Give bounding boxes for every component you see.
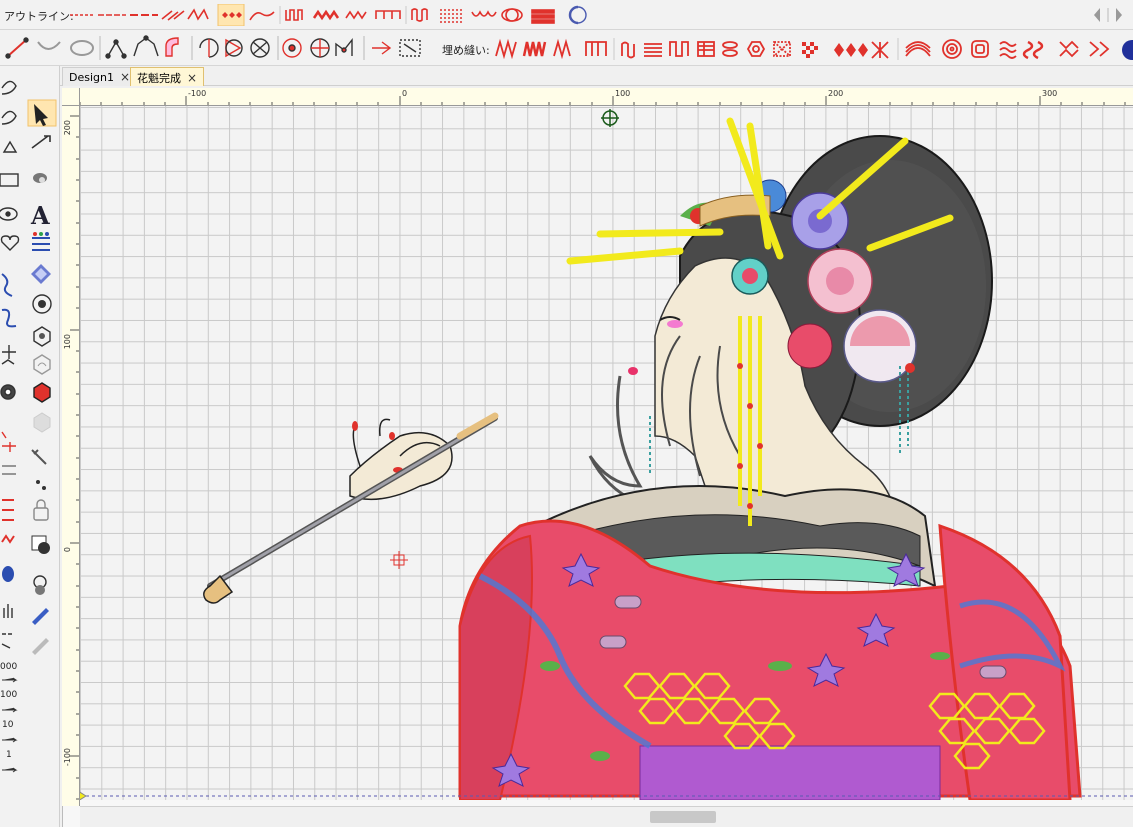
ruler-ticks [80,96,1126,105]
document-tabs: Design1 × 花魁完成 × [60,66,1133,86]
fill-label: 埋め縫い: [442,44,490,57]
tool-palette: A 000 100 10 1 [0,66,60,827]
ruler-label: 100 [63,334,72,350]
vertical-ruler: 200 100 0 -100 [62,106,80,806]
more-fills-icon[interactable] [1118,38,1133,62]
scrollbar-thumb[interactable] [650,811,716,823]
tab-oiran[interactable]: 花魁完成 × [130,67,205,86]
ruler-label: -100 [63,748,72,767]
ruler-label: 300 [1042,89,1058,98]
step-arrows-icon [2,677,18,773]
tab-design1[interactable]: Design1 × [62,67,138,86]
fill-toolbar: 埋め縫い: [0,30,1133,66]
close-icon[interactable]: × [120,70,130,84]
canvas-grid[interactable] [80,106,1133,800]
ruler-label: 0 [402,89,408,98]
ruler-label: 200 [63,120,72,136]
outline-label: アウトライン: [4,10,74,23]
tab-label: 花魁完成 [137,72,181,85]
edit-tool-buttons[interactable] [4,34,434,62]
oiran-embroidery-design[interactable] [80,106,1133,800]
toolbar-scroll-arrows[interactable] [1092,6,1130,24]
tab-label: Design1 [69,71,114,84]
ruler-label: 200 [828,89,844,98]
palette-value-label: 000 [0,662,18,672]
compass-icon[interactable] [566,4,590,26]
outline-toolbar: アウトライン: [0,0,1133,30]
embroidery-app-window: アウトライン: 埋め縫い: Design1 × 花魁完成 × A 000 100… [0,0,1133,827]
ruler-label: 0 [63,547,72,553]
svg-text:A: A [30,201,50,230]
horizontal-scrollbar[interactable] [80,806,1133,827]
palette-tool-icons[interactable]: A [0,74,60,664]
ruler-label: 100 [615,89,631,98]
outline-stitch-buttons[interactable] [68,4,558,26]
ruler-label: -100 [188,89,207,98]
ruler-corner [62,88,80,106]
ruler-ticks [70,115,79,800]
fill-stitch-buttons[interactable] [494,36,1119,62]
horizontal-ruler: -100 0 100 200 300 [80,88,1133,106]
close-icon[interactable]: × [187,71,197,85]
